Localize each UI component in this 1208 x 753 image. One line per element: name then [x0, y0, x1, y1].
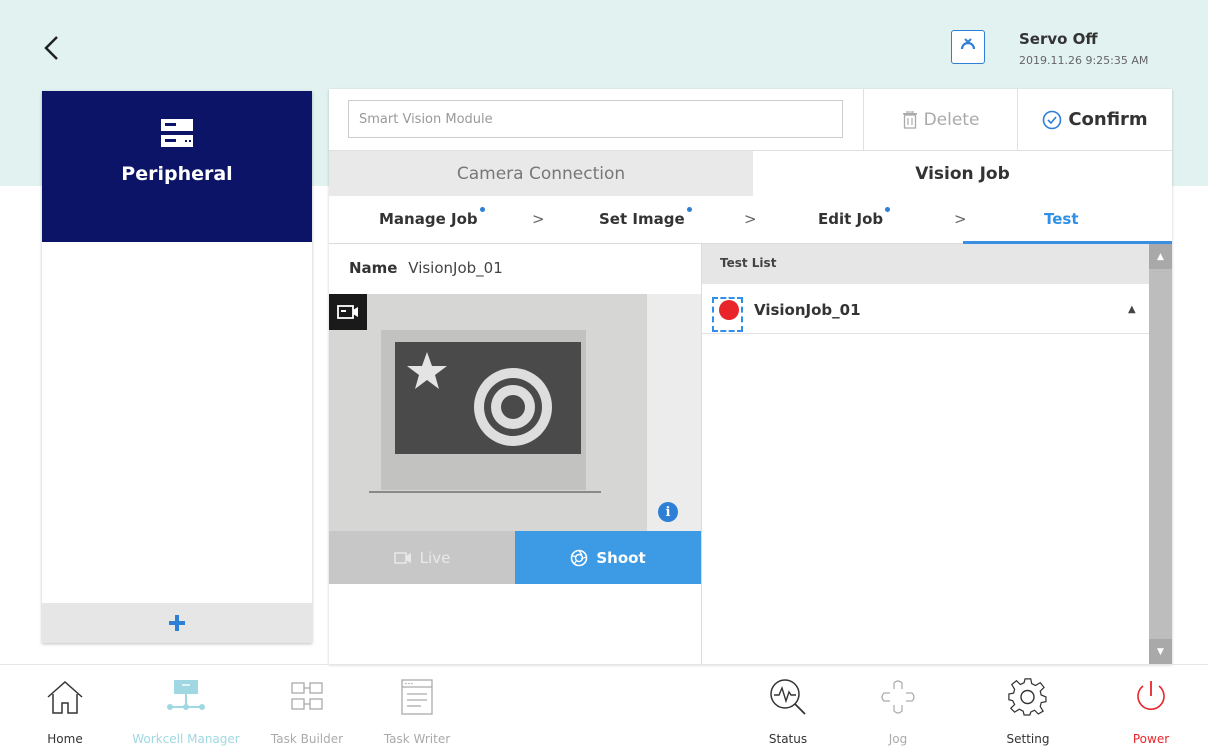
step-manage-job-label: Manage Job — [379, 210, 478, 228]
power-icon — [1137, 681, 1165, 711]
chevron-left-icon — [44, 36, 58, 60]
nav-setting-label: Setting — [1006, 732, 1050, 746]
step-indicator: Manage Job > Set Image > Edit Job > Test — [329, 196, 1172, 244]
gear-icon — [1008, 678, 1047, 716]
plus-icon — [169, 615, 185, 631]
nav-status-label: Status — [768, 732, 808, 746]
timestamp: 2019.11.26 9:25:35 AM — [1019, 54, 1149, 67]
confirm-label: Confirm — [1068, 109, 1148, 130]
nav-setting[interactable]: Setting — [973, 674, 1083, 746]
nav-workcell-manager[interactable]: Workcell Manager — [131, 674, 241, 746]
nav-status[interactable]: Status — [733, 674, 843, 746]
step-manage-job[interactable]: Manage Job — [379, 207, 485, 228]
delete-label: Delete — [923, 109, 980, 130]
status-dot — [719, 300, 739, 320]
step-complete-dot — [885, 207, 891, 212]
nav-jog[interactable]: Jog — [843, 674, 953, 746]
step-complete-dot — [686, 207, 692, 212]
trash-icon — [902, 110, 917, 129]
job-name-value: VisionJob_01 — [408, 259, 503, 277]
step-set-image-label: Set Image — [599, 210, 685, 228]
test-list-item[interactable]: VisionJob_01 ▲ — [702, 284, 1149, 334]
shoot-button[interactable]: Shoot — [515, 531, 701, 584]
check-circle-icon — [1043, 110, 1062, 129]
step-test[interactable]: Test — [1044, 210, 1079, 228]
vision-module-panel: Smart Vision Module Delete Confirm Camer… — [329, 89, 1172, 664]
camera-badge — [329, 294, 367, 330]
shutter-icon — [571, 549, 588, 566]
step-separator: > — [744, 210, 757, 228]
add-peripheral-button[interactable] — [42, 603, 312, 643]
servo-refresh-icon — [960, 38, 976, 50]
nav-jog-label: Jog — [888, 732, 908, 746]
nav-task-builder-label: Task Builder — [270, 732, 344, 746]
step-separator: > — [954, 210, 967, 228]
module-name-input[interactable]: Smart Vision Module — [348, 100, 843, 138]
tab-vision-job[interactable]: Vision Job — [753, 150, 1172, 196]
step-set-image[interactable]: Set Image — [599, 207, 692, 228]
tab-camera-connection[interactable]: Camera Connection — [329, 150, 753, 196]
expand-arrow-icon[interactable]: ▲ — [1128, 304, 1136, 315]
back-button[interactable] — [40, 28, 68, 68]
peripheral-category-card[interactable]: Peripheral — [42, 91, 312, 242]
home-icon — [47, 680, 83, 714]
camera-preview: i — [329, 294, 701, 531]
camera-preview-image — [329, 294, 701, 531]
test-list-header: Test List — [702, 244, 1149, 284]
workcell-icon — [167, 680, 205, 710]
jog-icon — [881, 680, 915, 714]
name-label: Name — [349, 259, 398, 277]
info-icon[interactable]: i — [658, 502, 678, 522]
step-edit-job-label: Edit Job — [818, 210, 884, 228]
nav-task-builder[interactable]: Task Builder — [252, 674, 362, 746]
scroll-down-icon[interactable]: ▼ — [1149, 639, 1172, 664]
job-name-row: Name VisionJob_01 — [349, 259, 503, 277]
nav-home-label: Home — [47, 732, 83, 746]
test-list-scrollbar[interactable]: ▲ ▼ — [1149, 244, 1172, 664]
test-item-name: VisionJob_01 — [754, 301, 861, 319]
live-button[interactable]: Live — [329, 531, 515, 584]
servo-status: Servo Off — [1019, 30, 1098, 48]
peripheral-list-panel: Peripheral — [42, 91, 312, 643]
live-label: Live — [419, 548, 451, 567]
nav-power[interactable]: Power — [1096, 674, 1206, 746]
video-camera-icon — [393, 551, 411, 564]
status-icon — [770, 679, 806, 715]
delete-button[interactable]: Delete — [863, 89, 1018, 150]
scroll-up-icon[interactable]: ▲ — [1149, 244, 1172, 269]
bottom-nav-divider — [0, 664, 1208, 665]
shoot-label: Shoot — [596, 548, 646, 567]
video-camera-icon — [337, 305, 358, 319]
step-separator: > — [532, 210, 545, 228]
nav-task-writer[interactable]: Task Writer — [362, 674, 472, 746]
nav-power-label: Power — [1132, 732, 1170, 746]
peripheral-icon — [161, 119, 193, 147]
peripheral-label: Peripheral — [121, 163, 233, 185]
step-edit-job[interactable]: Edit Job — [818, 207, 891, 228]
task-writer-icon — [401, 679, 433, 715]
confirm-button[interactable]: Confirm — [1018, 89, 1172, 150]
servo-toggle-button[interactable] — [951, 30, 985, 64]
nav-task-writer-label: Task Writer — [383, 732, 451, 746]
task-builder-icon — [291, 682, 323, 710]
step-complete-dot — [479, 207, 485, 212]
nav-home[interactable]: Home — [10, 674, 120, 746]
nav-workcell-label: Workcell Manager — [132, 732, 240, 746]
